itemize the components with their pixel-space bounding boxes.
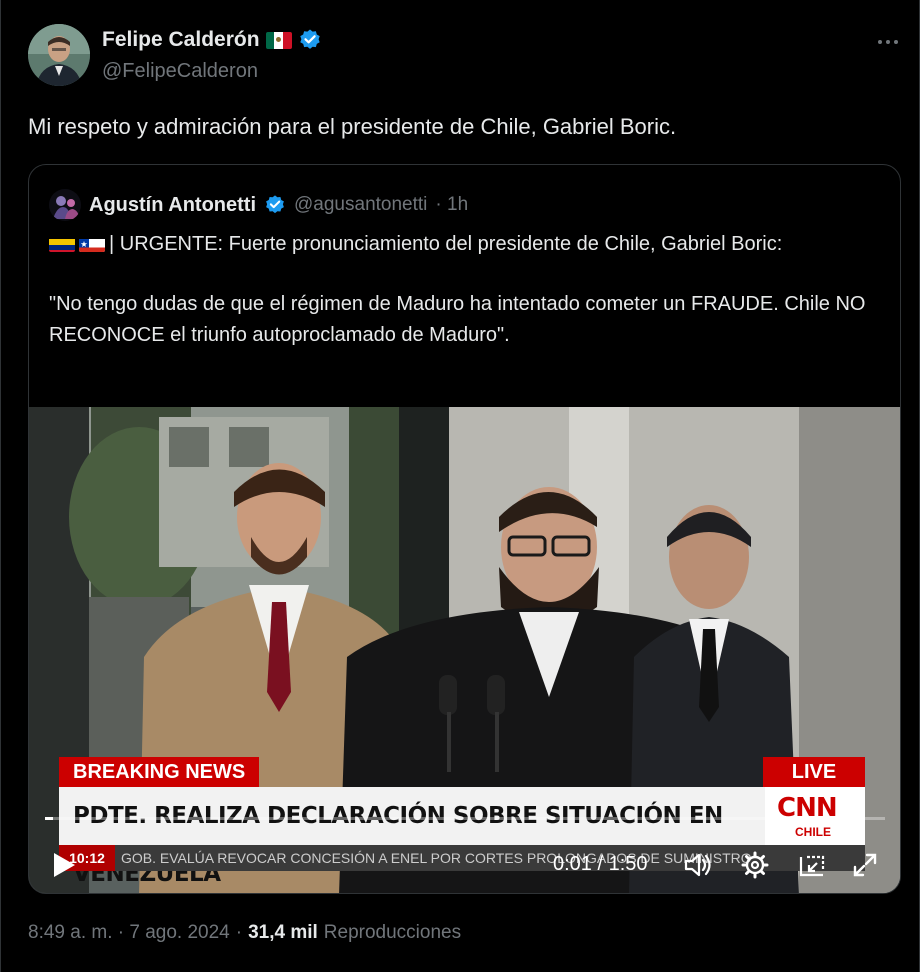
play-button[interactable] — [51, 851, 77, 879]
view-count-label: Reproducciones — [323, 922, 462, 943]
mexico-flag-icon — [265, 31, 292, 49]
video-player[interactable]: BREAKING NEWS LIVE PDTE. REALIZA DECLARA… — [29, 407, 900, 893]
tweet-header: Felipe Calderón @FelipeCalderon — [28, 24, 908, 88]
gear-icon — [741, 851, 769, 879]
tweet-text: Mi respeto y admiración para el presiden… — [28, 114, 677, 139]
tweet-metadata: 8:49 a. m. · 7 ago. 2024 · 31,4 mil Repr… — [28, 922, 461, 944]
fullscreen-button[interactable] — [851, 851, 879, 879]
view-count: 31,4 mil — [248, 922, 318, 943]
settings-button[interactable] — [741, 851, 769, 879]
author-handle[interactable]: @FelipeCalderon — [102, 60, 258, 83]
quoted-avatar[interactable] — [49, 189, 81, 221]
author-name[interactable]: Felipe Calderón — [102, 28, 260, 52]
more-options-icon[interactable] — [876, 30, 900, 53]
play-icon — [54, 853, 75, 877]
video-progress-fill — [45, 817, 53, 820]
quoted-line-2: "No tengo dudas de que el régimen de Mad… — [49, 293, 866, 346]
verified-badge-icon — [299, 29, 320, 49]
verified-badge-icon — [266, 195, 284, 214]
video-progress-bar[interactable] — [45, 817, 885, 820]
quoted-avatar-photo — [49, 189, 81, 221]
left-border — [0, 0, 1, 972]
quoted-tweet[interactable]: Agustín Antonetti @agusantonetti · 1h | … — [28, 164, 901, 894]
avatar[interactable] — [28, 24, 90, 86]
quoted-tweet-header: Agustín Antonetti @agusantonetti · 1h — [49, 189, 468, 221]
tweet-timestamp[interactable]: 8:49 a. m. · 7 ago. 2024 — [28, 922, 230, 944]
quoted-tweet-text: | URGENTE: Fuerte pronunciamiento del pr… — [49, 229, 869, 351]
video-controls: 0:01 / 1:50 — [29, 837, 900, 893]
meta-separator: · — [235, 922, 243, 943]
fullscreen-icon — [853, 853, 877, 877]
video-time: 0:01 / 1:50 — [553, 853, 648, 875]
volume-icon — [684, 853, 711, 877]
chile-flag-icon — [79, 235, 105, 252]
picture-in-picture-button[interactable] — [797, 851, 827, 879]
venezuela-flag-icon — [49, 235, 75, 252]
avatar-photo — [28, 24, 90, 86]
breaking-news-label: BREAKING NEWS — [59, 757, 260, 787]
quoted-author-name[interactable]: Agustín Antonetti — [89, 194, 256, 217]
quoted-line-1: | URGENTE: Fuerte pronunciamiento del pr… — [109, 233, 783, 255]
quoted-author-handle[interactable]: @agusantonetti — [294, 194, 427, 216]
live-badge: LIVE — [763, 757, 865, 787]
volume-button[interactable] — [683, 851, 713, 879]
quoted-time[interactable]: · 1h — [435, 194, 468, 216]
picture-in-picture-icon — [799, 855, 825, 877]
